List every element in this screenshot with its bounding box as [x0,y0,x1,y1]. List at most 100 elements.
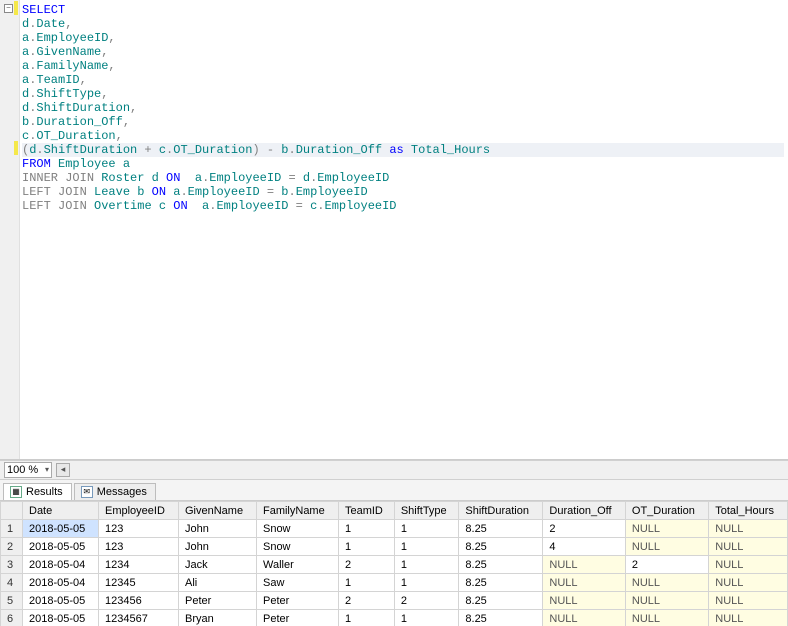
tab-messages-label: Messages [97,486,147,498]
scroll-left-icon[interactable]: ◂ [56,463,70,477]
rownum-header [1,502,23,520]
column-header[interactable]: ShiftDuration [459,502,543,520]
cell[interactable]: 123 [99,520,179,538]
cell[interactable]: NULL [625,520,708,538]
cell[interactable]: John [179,538,257,556]
zoom-value: 100 % [7,464,38,476]
cell[interactable]: 1 [394,574,459,592]
cell[interactable]: 2 [543,520,625,538]
row-number[interactable]: 3 [1,556,23,574]
cell[interactable]: NULL [625,538,708,556]
cell[interactable]: Snow [256,538,338,556]
cell[interactable]: 2 [625,556,708,574]
cell[interactable]: NULL [543,556,625,574]
cell[interactable]: 2018-05-04 [23,556,99,574]
cell[interactable]: Ali [179,574,257,592]
cell[interactable]: 1234567 [99,610,179,626]
table-row[interactable]: 12018-05-05123JohnSnow118.252NULLNULL [1,520,788,538]
cell[interactable]: 123 [99,538,179,556]
cell[interactable]: NULL [543,610,625,626]
tab-results-label: Results [26,486,63,498]
cell[interactable]: 1 [338,538,394,556]
tab-messages[interactable]: ✉ Messages [74,483,156,500]
cell[interactable]: NULL [625,574,708,592]
cell[interactable]: NULL [543,574,625,592]
cell[interactable]: Saw [256,574,338,592]
results-header-row: DateEmployeeIDGivenNameFamilyNameTeamIDS… [1,502,788,520]
cell[interactable]: 8.25 [459,556,543,574]
chevron-down-icon: ▾ [45,465,49,474]
cell[interactable]: NULL [625,592,708,610]
row-number[interactable]: 6 [1,610,23,626]
results-table: DateEmployeeIDGivenNameFamilyNameTeamIDS… [0,501,788,626]
zoom-bar: 100 % ▾ ◂ [0,460,788,480]
cell[interactable]: NULL [709,610,788,626]
cell[interactable]: Peter [256,592,338,610]
column-header[interactable]: Duration_Off [543,502,625,520]
column-header[interactable]: EmployeeID [99,502,179,520]
cell[interactable]: Peter [256,610,338,626]
cell[interactable]: 2 [338,556,394,574]
editor-gutter: − [0,0,20,459]
cell[interactable]: 1 [394,610,459,626]
column-header[interactable]: Date [23,502,99,520]
table-row[interactable]: 32018-05-041234JackWaller218.25NULL2NULL [1,556,788,574]
cell[interactable]: 8.25 [459,574,543,592]
results-grid-area[interactable]: DateEmployeeIDGivenNameFamilyNameTeamIDS… [0,501,788,626]
cell[interactable]: Jack [179,556,257,574]
column-header[interactable]: TeamID [338,502,394,520]
tab-results[interactable]: ▦ Results [3,483,72,500]
cell[interactable]: 4 [543,538,625,556]
cell[interactable]: 2018-05-05 [23,538,99,556]
cell[interactable]: 8.25 [459,520,543,538]
cell[interactable]: Waller [256,556,338,574]
cell[interactable]: 8.25 [459,538,543,556]
cell[interactable]: 2018-05-05 [23,610,99,626]
fold-toggle[interactable]: − [4,4,13,13]
cell[interactable]: NULL [709,538,788,556]
cell[interactable]: NULL [709,520,788,538]
row-number[interactable]: 5 [1,592,23,610]
results-tabs: ▦ Results ✉ Messages [0,480,788,502]
cell[interactable]: NULL [625,610,708,626]
cell[interactable]: 12345 [99,574,179,592]
cell[interactable]: 1 [394,556,459,574]
cell[interactable]: 1 [394,520,459,538]
column-header[interactable]: Total_Hours [709,502,788,520]
cell[interactable]: 1 [394,538,459,556]
cell[interactable]: NULL [543,592,625,610]
table-row[interactable]: 42018-05-0412345AliSaw118.25NULLNULLNULL [1,574,788,592]
cell[interactable]: NULL [709,556,788,574]
cell[interactable]: 1 [338,610,394,626]
cell[interactable]: Bryan [179,610,257,626]
table-row[interactable]: 52018-05-05123456PeterPeter228.25NULLNUL… [1,592,788,610]
cell[interactable]: 2 [338,592,394,610]
cell[interactable]: 2 [394,592,459,610]
zoom-select[interactable]: 100 % ▾ [4,462,52,478]
table-row[interactable]: 62018-05-051234567BryanPeter118.25NULLNU… [1,610,788,626]
column-header[interactable]: GivenName [179,502,257,520]
cell[interactable]: 8.25 [459,610,543,626]
column-header[interactable]: OT_Duration [625,502,708,520]
column-header[interactable]: FamilyName [256,502,338,520]
cell[interactable]: 123456 [99,592,179,610]
cell[interactable]: 8.25 [459,592,543,610]
table-row[interactable]: 22018-05-05123JohnSnow118.254NULLNULL [1,538,788,556]
cell[interactable]: John [179,520,257,538]
sql-editor-pane[interactable]: − SELECTd.Date,a.EmployeeID,a.GivenName,… [0,0,788,460]
cell[interactable]: 2018-05-05 [23,520,99,538]
cell[interactable]: NULL [709,592,788,610]
column-header[interactable]: ShiftType [394,502,459,520]
cell[interactable]: 2018-05-05 [23,592,99,610]
cell[interactable]: 1 [338,574,394,592]
cell[interactable]: Snow [256,520,338,538]
row-number[interactable]: 1 [1,520,23,538]
cell[interactable]: 1 [338,520,394,538]
cell[interactable]: Peter [179,592,257,610]
row-number[interactable]: 2 [1,538,23,556]
code-area[interactable]: SELECTd.Date,a.EmployeeID,a.GivenName,a.… [22,3,784,213]
cell[interactable]: 1234 [99,556,179,574]
cell[interactable]: NULL [709,574,788,592]
cell[interactable]: 2018-05-04 [23,574,99,592]
row-number[interactable]: 4 [1,574,23,592]
